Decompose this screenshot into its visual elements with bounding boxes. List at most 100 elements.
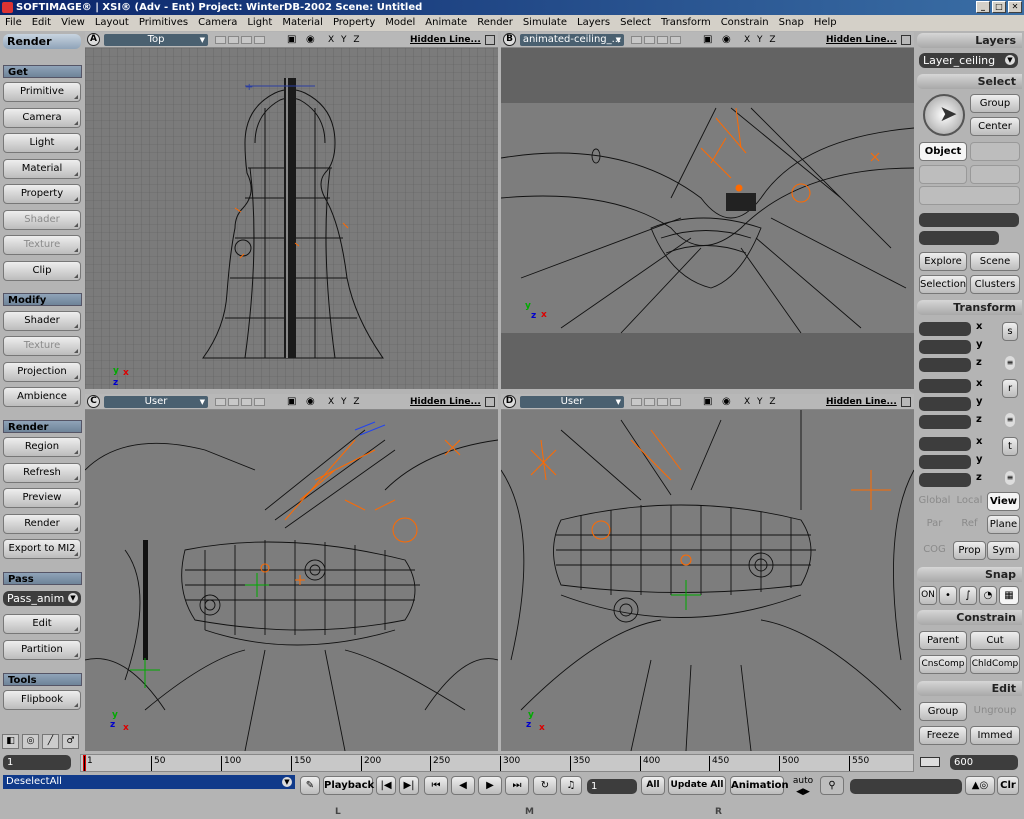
timeline-start-field[interactable]: 1 <box>3 755 71 770</box>
projection-button[interactable]: Projection <box>3 362 81 382</box>
get-shader-button[interactable]: Shader <box>3 210 81 230</box>
viewport-a-letter[interactable]: A <box>87 33 100 46</box>
snap-surface-icon[interactable]: ◔ <box>979 586 997 605</box>
translate-tool-icon[interactable]: t <box>1002 437 1018 456</box>
character-icon[interactable]: ♂ <box>62 734 79 749</box>
scale-z-field[interactable] <box>919 358 971 372</box>
partition-button[interactable]: Partition <box>3 640 81 660</box>
translate-y-label[interactable]: y <box>976 453 983 467</box>
menu-simulate[interactable]: Simulate <box>518 15 572 31</box>
translate-x-field[interactable] <box>919 437 971 451</box>
viewport-a[interactable]: A Top ▣ ◉ X Y Z Hidden Line... + y x z <box>85 32 498 389</box>
animation-menu-button[interactable]: Animation <box>730 776 789 795</box>
get-clip-button[interactable]: Clip <box>3 261 81 281</box>
prop-button[interactable]: Prop <box>953 541 986 560</box>
parent-button[interactable]: Parent <box>919 631 967 650</box>
modify-shader-button[interactable]: Shader <box>3 311 81 331</box>
viewport-d-letter[interactable]: D <box>503 395 516 408</box>
select-object-button[interactable]: Object <box>919 142 967 161</box>
menu-primitives[interactable]: Primitives <box>134 15 193 31</box>
snap-grid-icon[interactable]: ▦ <box>999 586 1019 605</box>
select-tool-arrow-icon[interactable]: ➤ <box>923 94 965 136</box>
camera-icon[interactable]: ▣ <box>287 396 296 408</box>
cog-button[interactable]: COG <box>918 541 951 560</box>
maximize-viewport-icon[interactable] <box>485 35 495 45</box>
script-editor-icon[interactable]: ✎ <box>300 776 320 795</box>
viewport-d-memo-slots[interactable] <box>631 398 681 406</box>
preview-button[interactable]: Preview <box>3 488 81 508</box>
viewport-a-xyz[interactable]: X Y Z <box>328 34 362 46</box>
all-button[interactable]: All <box>641 776 665 795</box>
last-frame-icon[interactable]: ⏭ <box>505 776 529 795</box>
snap-curve-icon[interactable]: ∫ <box>959 586 977 605</box>
scale-z-label[interactable]: z <box>976 356 982 370</box>
viewport-b-memo-slots[interactable] <box>631 36 681 44</box>
maximize-button[interactable]: □ <box>992 1 1006 13</box>
chldcomp-button[interactable]: ChldComp <box>970 655 1020 674</box>
viewport-d-canvas[interactable]: y z x <box>501 410 914 751</box>
rotate-y-label[interactable]: y <box>976 395 983 409</box>
select-filter-slot-3[interactable] <box>970 165 1020 184</box>
viewport-d-xyz[interactable]: X Y Z <box>744 396 778 408</box>
scale-y-label[interactable]: y <box>976 338 983 352</box>
layer-dropdown[interactable]: Layer_ceiling ▼ <box>919 53 1018 68</box>
menu-constrain[interactable]: Constrain <box>716 15 774 31</box>
menu-edit[interactable]: Edit <box>27 15 56 31</box>
ungroup-button[interactable]: Ungroup <box>970 702 1020 721</box>
immed-button[interactable]: Immed <box>970 726 1020 745</box>
eye-icon[interactable]: ◉ <box>722 396 731 408</box>
eye-icon[interactable]: ◉ <box>306 34 315 46</box>
menu-select[interactable]: Select <box>615 15 656 31</box>
viewport-d-camera-menu[interactable]: User <box>520 396 624 408</box>
select-filter-slot-2[interactable] <box>919 165 967 184</box>
translate-y-field[interactable] <box>919 455 971 469</box>
viewport-c-camera-menu[interactable]: User <box>104 396 208 408</box>
menu-camera[interactable]: Camera <box>193 15 242 31</box>
key-value-field[interactable] <box>850 779 962 794</box>
menu-snap[interactable]: Snap <box>774 15 809 31</box>
viewport-c-letter[interactable]: C <box>87 395 100 408</box>
global-button[interactable]: Global <box>918 492 951 511</box>
flipbook-button[interactable]: Flipbook <box>3 690 81 710</box>
refresh-button[interactable]: Refresh <box>3 463 81 483</box>
key-icon[interactable]: ⚲ <box>820 776 844 795</box>
viewport-a-memo-slots[interactable] <box>215 36 265 44</box>
eye-icon[interactable]: ◉ <box>306 396 315 408</box>
menu-render[interactable]: Render <box>472 15 518 31</box>
rotate-z-field[interactable] <box>919 415 971 429</box>
maximize-viewport-icon[interactable] <box>901 397 911 407</box>
timeline-ruler[interactable]: 1 50 100 150 200 250 300 350 400 450 500… <box>80 754 914 772</box>
palette-icon[interactable]: ◎ <box>22 734 39 749</box>
scale-tool-icon[interactable]: s <box>1002 322 1018 341</box>
ambience-button[interactable]: Ambience <box>3 387 81 407</box>
pass-dropdown[interactable]: Pass_anim ▼ <box>3 591 81 606</box>
get-primitive-button[interactable]: Primitive <box>3 82 81 102</box>
camera-icon[interactable]: ▣ <box>287 34 296 46</box>
module-selector[interactable]: Render <box>3 34 81 49</box>
modify-texture-button[interactable]: Texture <box>3 336 81 356</box>
menu-model[interactable]: Model <box>380 15 420 31</box>
translate-x-label[interactable]: x <box>976 435 982 449</box>
rotate-z-label[interactable]: z <box>976 413 982 427</box>
viewport-d[interactable]: D User ▣ ◉ X Y Z Hidden Line... y z <box>501 394 914 751</box>
menu-file[interactable]: File <box>0 15 27 31</box>
snap-on-toggle[interactable]: ON <box>919 586 937 605</box>
ruler-icon[interactable] <box>920 757 940 767</box>
viewport-b-xyz[interactable]: X Y Z <box>744 34 778 46</box>
update-all-button[interactable]: Update All <box>668 776 726 795</box>
selection-name-field[interactable] <box>919 231 999 245</box>
sym-button[interactable]: Sym <box>987 541 1020 560</box>
local-button[interactable]: Local <box>953 492 986 511</box>
viewport-c-xyz[interactable]: X Y Z <box>328 396 362 408</box>
cnscomp-button[interactable]: CnsComp <box>919 655 967 674</box>
rotate-y-field[interactable] <box>919 397 971 411</box>
first-frame-icon[interactable]: ⏮ <box>424 776 448 795</box>
rotate-spinner-icon[interactable]: ≡ <box>1005 413 1015 427</box>
par-button[interactable]: Par <box>918 515 951 534</box>
selection-field[interactable] <box>919 213 1019 227</box>
viewport-c-memo-slots[interactable] <box>215 398 265 406</box>
menu-animate[interactable]: Animate <box>420 15 472 31</box>
viewport-a-display-mode[interactable]: Hidden Line... <box>410 34 481 46</box>
plane-button[interactable]: Plane <box>987 515 1020 534</box>
scale-y-field[interactable] <box>919 340 971 354</box>
